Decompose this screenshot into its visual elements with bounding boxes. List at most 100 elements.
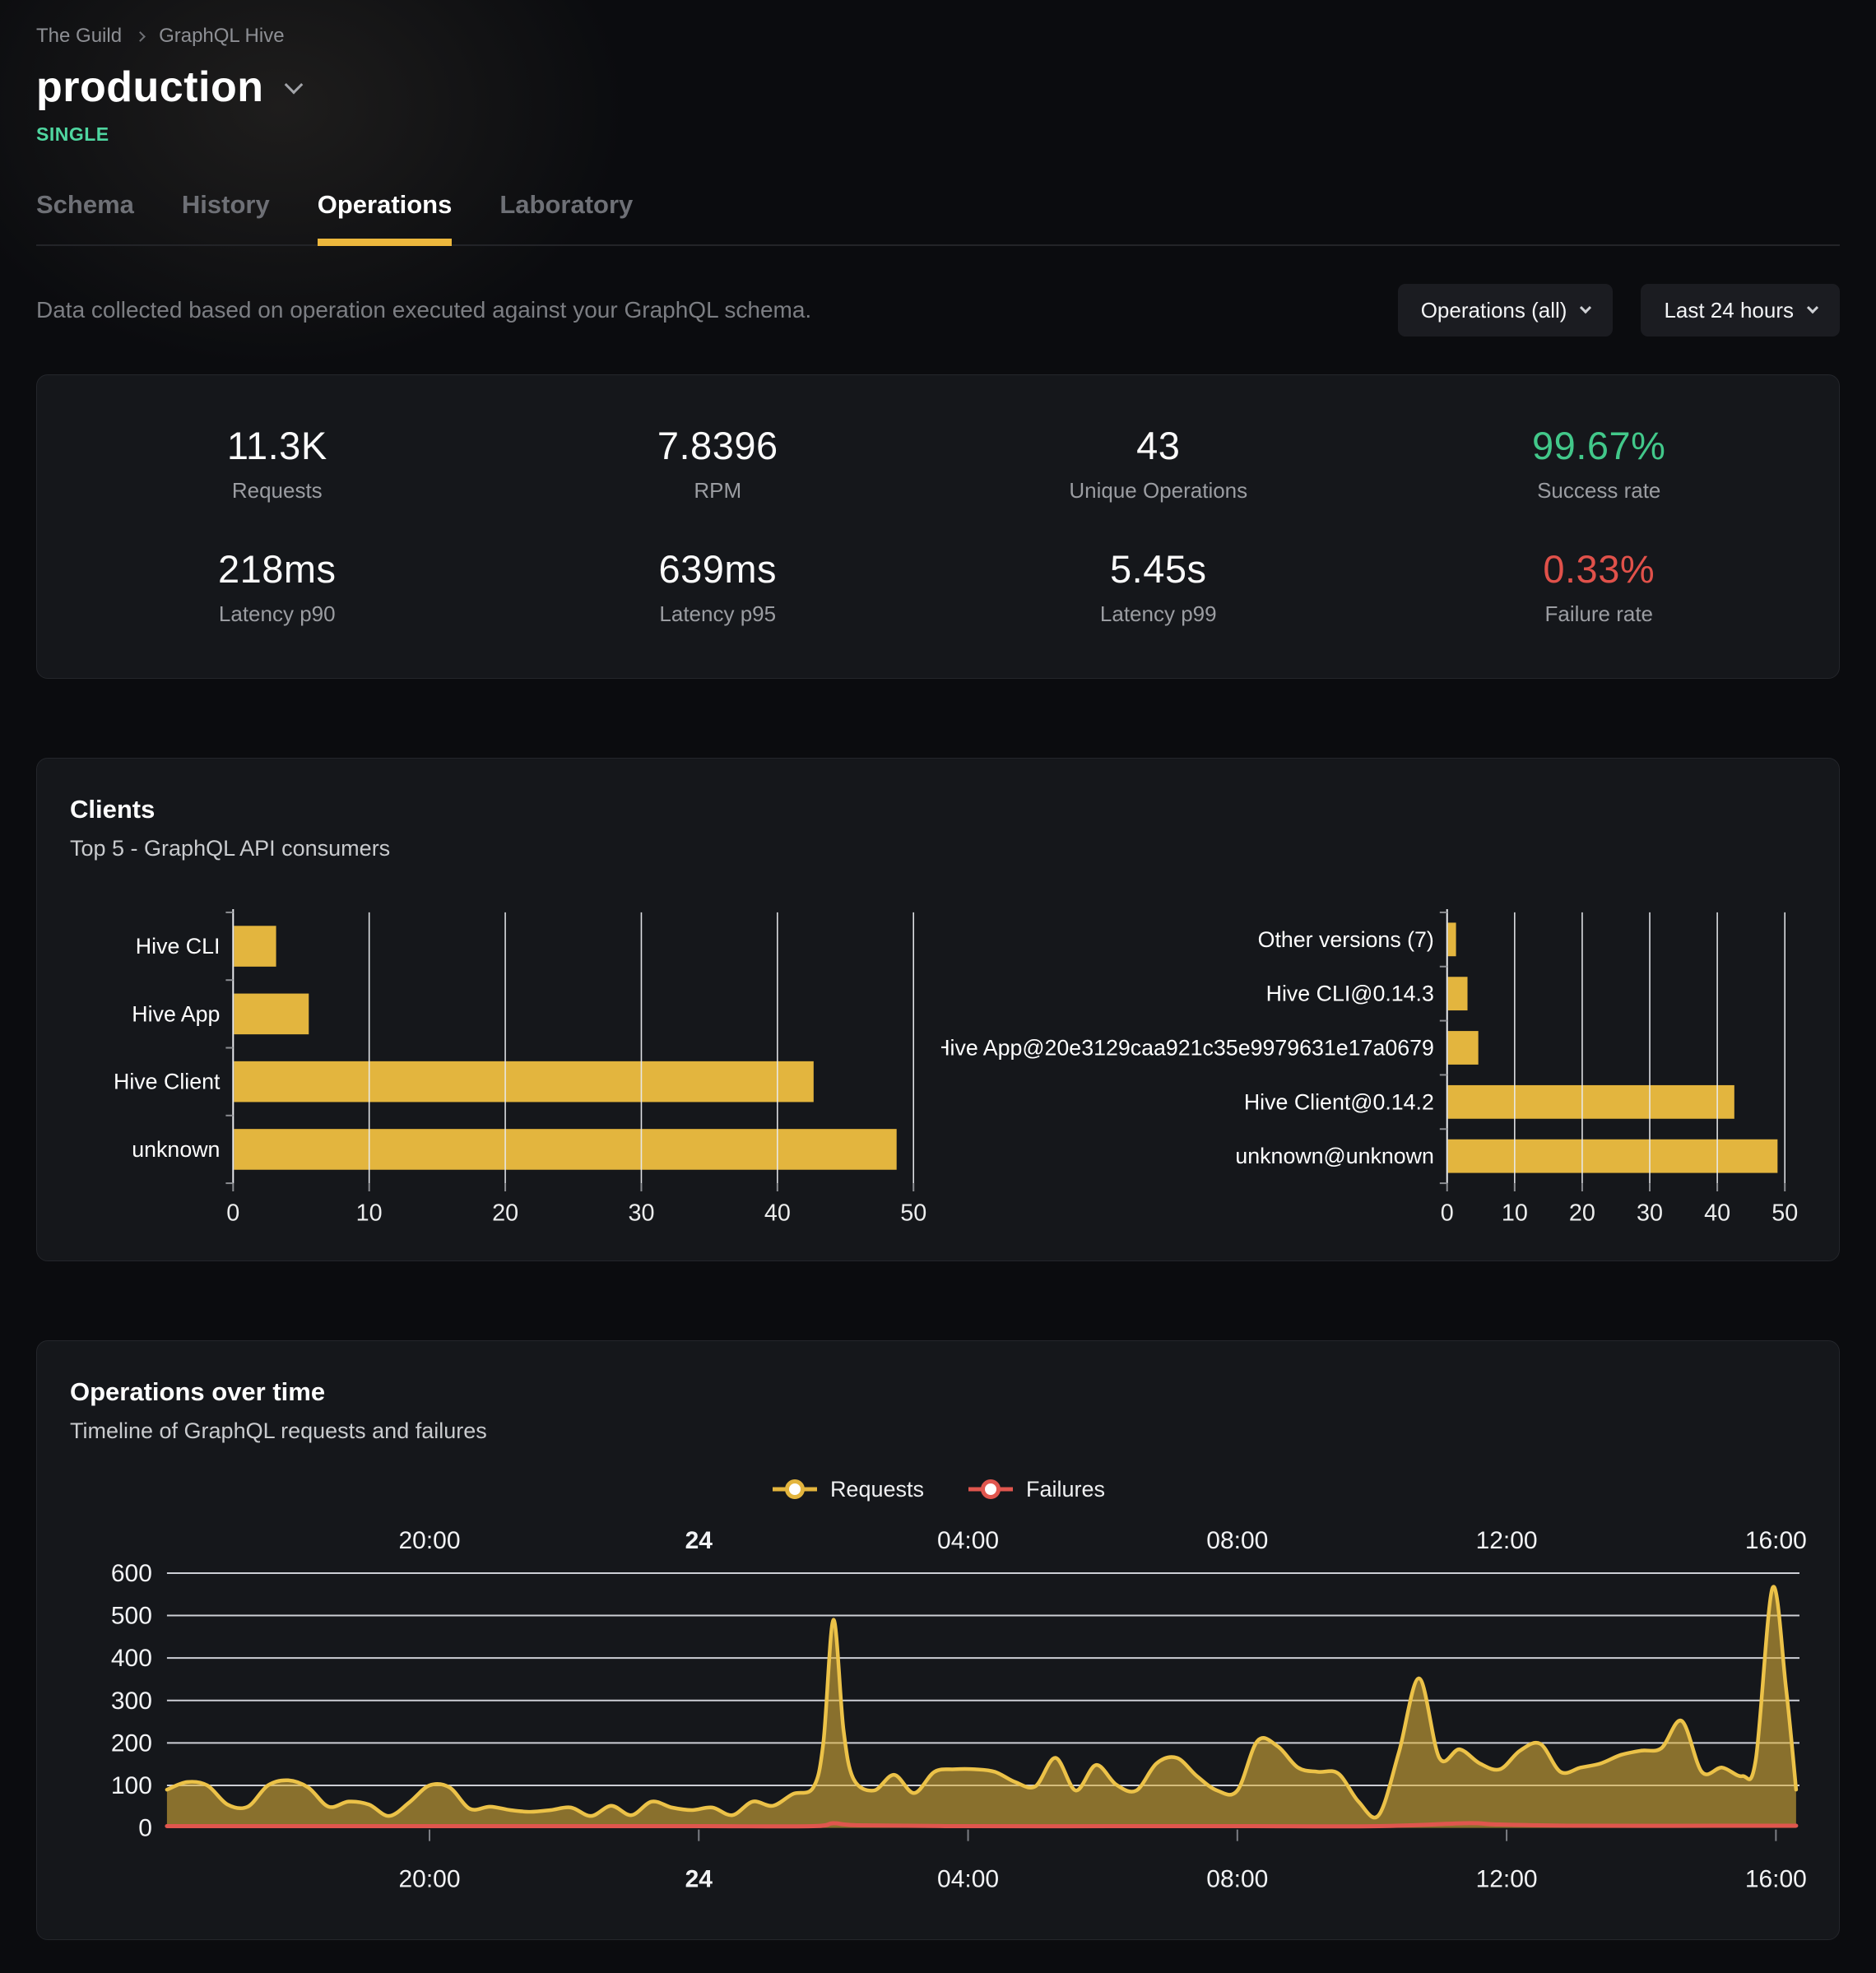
stat-value: 43 (938, 423, 1379, 468)
time-range-dropdown[interactable]: Last 24 hours (1641, 284, 1840, 337)
stat-latency-p90: 218ms Latency p90 (57, 546, 498, 627)
svg-text:16:00: 16:00 (1745, 1865, 1806, 1892)
svg-text:20:00: 20:00 (398, 1527, 460, 1554)
svg-text:100: 100 (111, 1772, 152, 1799)
stat-label: Latency p90 (57, 601, 498, 627)
stat-label: Latency p95 (498, 601, 939, 627)
svg-text:600: 600 (111, 1560, 152, 1587)
stat-value: 11.3K (57, 423, 498, 468)
svg-text:unknown@unknown: unknown@unknown (1235, 1144, 1433, 1168)
stat-label: Latency p99 (938, 601, 1379, 627)
time-range-label: Last 24 hours (1664, 298, 1794, 323)
filters-toolbar: Data collected based on operation execut… (36, 284, 1840, 337)
requests-legend-marker-icon (771, 1479, 819, 1500)
chevron-down-icon[interactable] (284, 76, 303, 95)
tab-history[interactable]: History (182, 190, 270, 244)
clients-card-title: Clients (70, 795, 1806, 824)
stat-value: 5.45s (938, 546, 1379, 592)
main-content: Data collected based on operation execut… (0, 284, 1876, 1940)
svg-text:30: 30 (628, 1200, 654, 1227)
legend-item-requests[interactable]: Requests (771, 1477, 924, 1502)
chevron-right-icon (135, 31, 146, 42)
clients-card: Clients Top 5 - GraphQL API consumers Hi… (36, 758, 1840, 1261)
svg-text:50: 50 (900, 1200, 926, 1227)
stat-label: Requests (57, 478, 498, 504)
svg-text:0: 0 (1441, 1200, 1454, 1227)
breadcrumb: The Guild GraphQL Hive (36, 25, 1840, 48)
stat-value: 0.33% (1379, 546, 1820, 592)
chevron-down-icon (1580, 302, 1591, 313)
svg-text:Hive CLI@0.14.3: Hive CLI@0.14.3 (1266, 982, 1434, 1006)
legend-label: Failures (1026, 1477, 1105, 1502)
stat-label: RPM (498, 478, 939, 504)
tab-operations[interactable]: Operations (318, 190, 453, 244)
operations-filter-label: Operations (all) (1421, 298, 1567, 323)
tab-schema[interactable]: Schema (36, 190, 134, 244)
svg-text:Hive Client@0.14.2: Hive Client@0.14.2 (1244, 1089, 1434, 1114)
svg-text:20:00: 20:00 (398, 1865, 460, 1892)
tabs-bar: Schema History Operations Laboratory (36, 190, 1840, 246)
svg-text:Hive App@20e3129caa921c35e9979: Hive App@20e3129caa921c35e9979631e17a067… (941, 1035, 1434, 1060)
svg-text:16:00: 16:00 (1745, 1527, 1806, 1554)
stat-label: Failure rate (1379, 601, 1820, 627)
timeline-legend: Requests Failures (70, 1477, 1806, 1502)
page-description: Data collected based on operation execut… (36, 297, 811, 323)
svg-text:30: 30 (1637, 1200, 1663, 1227)
svg-text:40: 40 (764, 1200, 791, 1227)
target-type-badge: SINGLE (36, 123, 1840, 146)
stat-value: 99.67% (1379, 423, 1820, 468)
svg-text:24: 24 (685, 1865, 713, 1892)
svg-text:Hive Client: Hive Client (114, 1070, 221, 1094)
operations-timeline-chart: 0 100 200 300 400 500 600 20:00 20:00 24 24 04:00 04… (70, 1524, 1806, 1910)
svg-text:Other versions (7): Other versions (7) (1258, 927, 1434, 952)
svg-text:50: 50 (1772, 1200, 1798, 1227)
chevron-down-icon (1807, 302, 1818, 313)
stat-rpm: 7.8396 RPM (498, 423, 939, 504)
svg-text:12:00: 12:00 (1476, 1865, 1538, 1892)
stat-value: 7.8396 (498, 423, 939, 468)
svg-text:20: 20 (492, 1200, 518, 1227)
breadcrumb-item-org[interactable]: The Guild (36, 25, 122, 48)
legend-item-failures[interactable]: Failures (967, 1477, 1105, 1502)
svg-text:Hive App: Hive App (132, 1001, 220, 1026)
svg-text:Hive CLI: Hive CLI (136, 934, 221, 959)
operations-over-time-card: Operations over time Timeline of GraphQL… (36, 1340, 1840, 1941)
svg-text:500: 500 (111, 1602, 152, 1629)
stat-latency-p95: 639ms Latency p95 (498, 546, 939, 627)
svg-text:24: 24 (685, 1527, 713, 1554)
stat-success-rate: 99.67% Success rate (1379, 423, 1820, 504)
svg-text:12:00: 12:00 (1476, 1527, 1538, 1554)
svg-text:400: 400 (111, 1645, 152, 1672)
svg-text:04:00: 04:00 (937, 1527, 999, 1554)
legend-label: Requests (830, 1477, 924, 1502)
svg-text:unknown: unknown (132, 1137, 220, 1162)
svg-text:10: 10 (356, 1200, 383, 1227)
stat-label: Unique Operations (938, 478, 1379, 504)
operations-dashboard-page: The Guild GraphQL Hive production SINGLE… (0, 0, 1876, 1973)
svg-text:40: 40 (1704, 1200, 1730, 1227)
failures-legend-marker-icon (967, 1479, 1015, 1500)
svg-text:0: 0 (226, 1200, 239, 1227)
tab-laboratory[interactable]: Laboratory (499, 190, 633, 244)
svg-text:300: 300 (111, 1687, 152, 1714)
page-header: The Guild GraphQL Hive production SINGLE… (0, 25, 1876, 246)
svg-text:200: 200 (111, 1729, 152, 1757)
stat-latency-p99: 5.45s Latency p99 (938, 546, 1379, 627)
clients-by-version-bar-chart: Other versions (7) Hive CLI@0.14.3 Hive Ap… (941, 904, 1806, 1231)
svg-text:08:00: 08:00 (1206, 1865, 1268, 1892)
stat-label: Success rate (1379, 478, 1820, 504)
svg-text:20: 20 (1569, 1200, 1595, 1227)
stats-summary-card: 11.3K Requests 7.8396 RPM 43 Unique Oper… (36, 374, 1840, 679)
stat-requests: 11.3K Requests (57, 423, 498, 504)
ops-card-subtitle: Timeline of GraphQL requests and failure… (70, 1418, 1806, 1444)
svg-text:0: 0 (138, 1814, 152, 1841)
svg-text:04:00: 04:00 (937, 1865, 999, 1892)
clients-by-name-bar-chart: Hive CLI Hive App Hive Client unknown 0 10 20 3… (70, 904, 935, 1231)
stat-failure-rate: 0.33% Failure rate (1379, 546, 1820, 627)
svg-text:08:00: 08:00 (1206, 1527, 1268, 1554)
clients-card-subtitle: Top 5 - GraphQL API consumers (70, 836, 1806, 861)
ops-card-title: Operations over time (70, 1377, 1806, 1407)
operations-filter-dropdown[interactable]: Operations (all) (1398, 284, 1614, 337)
page-title: production (36, 63, 264, 112)
breadcrumb-item-project[interactable]: GraphQL Hive (159, 25, 285, 48)
